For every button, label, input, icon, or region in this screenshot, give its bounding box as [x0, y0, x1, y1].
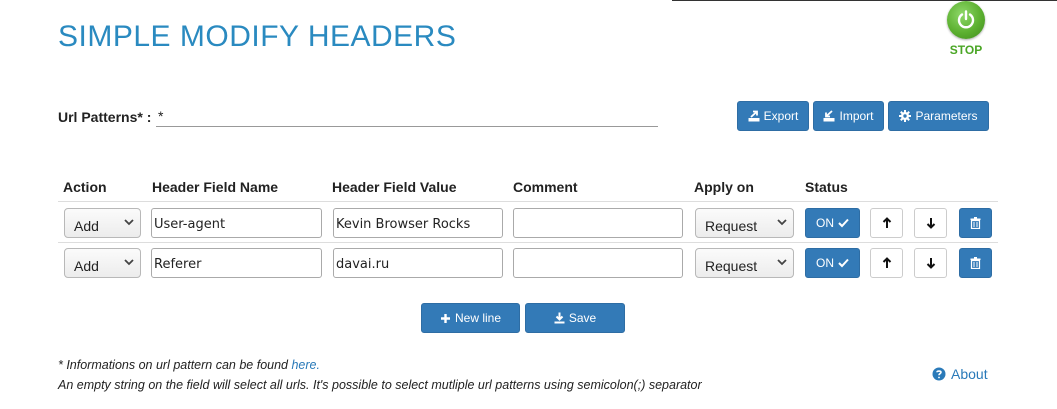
top-border-line: [672, 0, 1057, 1]
url-pattern-help-link[interactable]: here.: [291, 358, 320, 372]
header-name-input[interactable]: [151, 248, 322, 278]
parameters-button[interactable]: Parameters: [888, 101, 989, 131]
table-divider: [58, 201, 998, 202]
arrow-down-icon: [926, 218, 935, 229]
import-label: Import: [839, 109, 874, 123]
status-toggle-button[interactable]: ON: [805, 208, 860, 238]
trash-icon: [970, 217, 981, 229]
url-pattern-note-text: * Informations on url pattern can be fou…: [58, 358, 292, 372]
export-button[interactable]: Export: [737, 101, 809, 131]
arrow-up-icon: [882, 257, 891, 268]
move-down-button[interactable]: [914, 248, 947, 278]
new-line-label: New line: [454, 311, 502, 325]
apply-on-select[interactable]: Request: [695, 248, 794, 278]
question-circle-icon: [932, 367, 946, 381]
column-header-field-name: Header Field Name: [152, 179, 279, 195]
apply-on-select-value: Request: [705, 258, 758, 274]
action-select-value: Add: [74, 218, 99, 234]
arrow-down-icon: [926, 258, 935, 269]
export-label: Export: [763, 109, 799, 123]
chevron-down-icon: [124, 259, 134, 266]
move-up-button[interactable]: [870, 208, 903, 238]
stop-label: STOP: [949, 43, 983, 57]
power-icon: [947, 1, 985, 39]
url-pattern-note: * Informations on url pattern can be fou…: [58, 358, 320, 372]
header-value-input[interactable]: [333, 248, 503, 278]
trash-icon: [970, 257, 981, 269]
action-select-value: Add: [74, 258, 99, 274]
gear-icon: [899, 110, 912, 122]
import-icon: [823, 110, 835, 122]
save-button[interactable]: Save: [525, 303, 625, 333]
url-patterns-input[interactable]: [156, 106, 658, 127]
status-label: ON: [816, 256, 834, 270]
arrow-up-icon: [882, 217, 891, 228]
action-select[interactable]: Add: [64, 248, 141, 278]
comment-input[interactable]: [513, 248, 683, 278]
parameters-label: Parameters: [915, 109, 978, 123]
new-line-button[interactable]: New line: [421, 303, 520, 333]
export-icon: [748, 110, 760, 122]
delete-row-button[interactable]: [959, 248, 992, 278]
plus-icon: [440, 313, 450, 323]
status-toggle-button[interactable]: ON: [805, 248, 860, 278]
delete-row-button[interactable]: [959, 208, 992, 238]
url-patterns-label: Url Patterns* :: [58, 109, 152, 125]
chevron-down-icon: [777, 219, 787, 226]
apply-on-select[interactable]: Request: [695, 208, 794, 238]
stop-button[interactable]: STOP: [940, 1, 992, 59]
column-header-status: Status: [805, 179, 848, 195]
comment-input[interactable]: [513, 208, 683, 238]
about-link[interactable]: About: [932, 366, 988, 382]
column-header-field-value: Header Field Value: [332, 179, 457, 195]
apply-on-select-value: Request: [705, 218, 758, 234]
chevron-down-icon: [777, 259, 787, 266]
action-select[interactable]: Add: [64, 208, 141, 238]
download-icon: [554, 312, 565, 324]
header-name-input[interactable]: [151, 208, 322, 238]
empty-string-note: An empty string on the field will select…: [58, 378, 702, 392]
import-button[interactable]: Import: [813, 101, 884, 131]
checkmark-icon: [838, 258, 849, 268]
about-label: About: [951, 366, 988, 382]
column-header-comment: Comment: [513, 179, 578, 195]
header-value-input[interactable]: [333, 208, 503, 238]
save-label: Save: [568, 311, 597, 325]
status-label: ON: [816, 216, 834, 230]
checkmark-icon: [838, 218, 849, 228]
chevron-down-icon: [124, 219, 134, 226]
column-header-apply-on: Apply on: [694, 179, 754, 195]
column-header-action: Action: [63, 179, 107, 195]
table-divider: [58, 242, 998, 243]
app-title: SIMPLE MODIFY HEADERS: [58, 20, 457, 53]
move-up-button[interactable]: [870, 248, 903, 278]
move-down-button[interactable]: [914, 208, 947, 238]
